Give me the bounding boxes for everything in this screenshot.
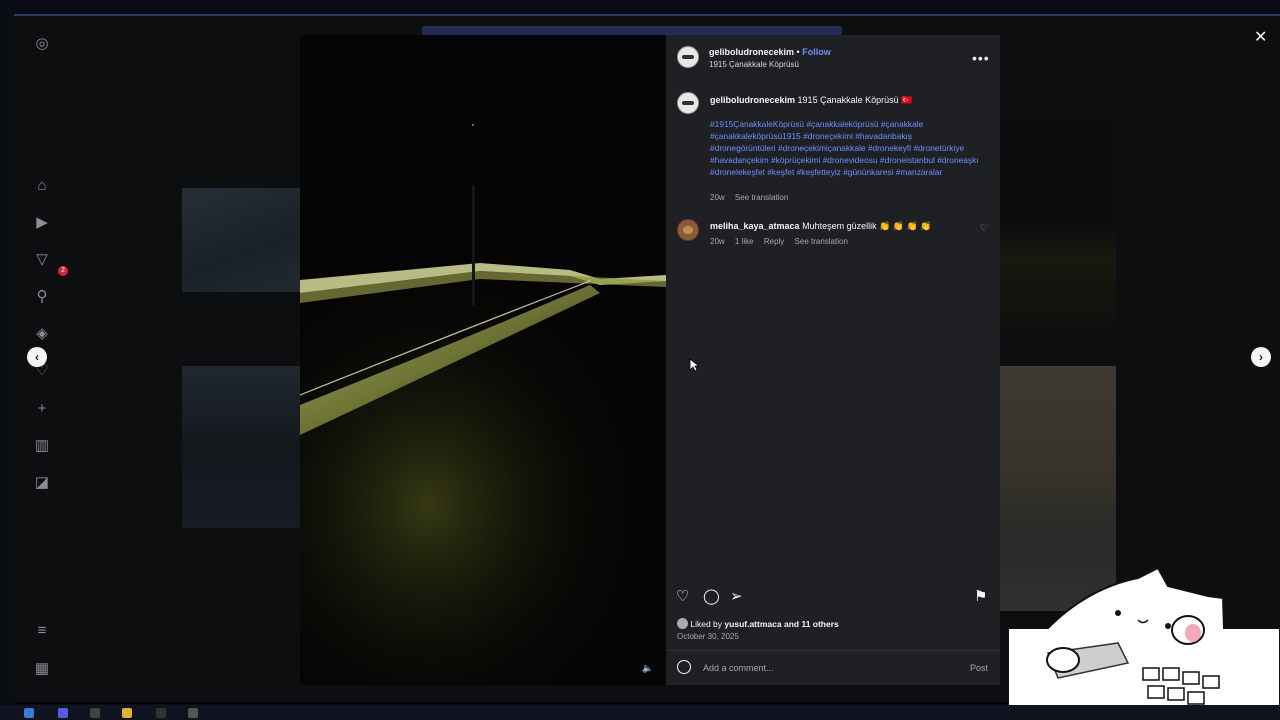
explore-icon[interactable]: ◈ bbox=[34, 326, 50, 342]
post-date: October 30, 2025 bbox=[677, 632, 739, 641]
app-icon[interactable] bbox=[188, 708, 198, 718]
home-icon[interactable]: ⌂ bbox=[34, 178, 50, 194]
post-header: geliboludronecekim • Follow bbox=[709, 47, 831, 57]
start-icon[interactable] bbox=[24, 708, 34, 718]
share-icon[interactable]: ➢ bbox=[730, 588, 743, 606]
messages-icon[interactable]: ▽ bbox=[34, 252, 50, 268]
comment-text: Muhteşem güzellik 👏 👏 👏 👏 bbox=[802, 221, 932, 231]
os-taskbar bbox=[0, 705, 1280, 720]
caption-age: 20w bbox=[710, 193, 725, 202]
comment-meta: 20w 1 like Reply See translation bbox=[710, 237, 856, 246]
search-icon[interactable]: ⚲ bbox=[34, 289, 50, 305]
instagram-logo-icon[interactable]: ◎ bbox=[34, 36, 50, 52]
more-apps-icon[interactable]: ▦ bbox=[34, 661, 50, 677]
liked-by-prefix: Liked by bbox=[690, 619, 723, 629]
comment-likes[interactable]: 1 like bbox=[735, 237, 754, 246]
liked-by-user[interactable]: yusuf.attmaca bbox=[724, 619, 781, 629]
next-post-button[interactable]: › bbox=[1251, 347, 1271, 367]
emoji-picker-icon[interactable] bbox=[677, 660, 691, 674]
caption-see-translation[interactable]: See translation bbox=[735, 193, 788, 202]
post-location[interactable]: 1915 Çanakkale Köprüsü bbox=[709, 60, 799, 69]
follow-button[interactable]: Follow bbox=[802, 47, 831, 57]
caption-hashtags[interactable]: #1915ÇanakkaleKöprüsü #çanakkaleköprüsü … bbox=[710, 118, 980, 178]
profile-icon[interactable]: ◪ bbox=[34, 475, 50, 491]
comment-age: 20w bbox=[710, 237, 725, 246]
mouse-cursor-icon bbox=[689, 358, 699, 372]
more-options-icon[interactable]: ••• bbox=[972, 50, 990, 66]
post-details-panel: geliboludronecekim • Follow 1915 Çanakka… bbox=[666, 35, 1000, 685]
post-caption: geliboludronecekim 1915 Çanakkale Köprüs… bbox=[710, 94, 985, 106]
divider bbox=[666, 650, 1000, 651]
author-avatar[interactable] bbox=[677, 46, 699, 68]
notification-badge: 2 bbox=[58, 266, 68, 276]
comment-like-icon[interactable]: ♡ bbox=[980, 223, 988, 234]
comment-reply-button[interactable]: Reply bbox=[764, 237, 784, 246]
app-icon[interactable] bbox=[156, 708, 166, 718]
caption-text: 1915 Çanakkale Köprüsü 🇹🇷 bbox=[797, 95, 913, 105]
caption-avatar[interactable] bbox=[677, 92, 699, 114]
bridge-night-scene bbox=[300, 35, 666, 685]
author-username[interactable]: geliboludronecekim bbox=[709, 47, 794, 57]
post-actions: ♡ ◯ ➢ ⚑ bbox=[676, 588, 992, 606]
bookmark-icon[interactable]: ⚑ bbox=[974, 588, 987, 606]
liked-by-suffix[interactable]: and 11 others bbox=[784, 619, 839, 629]
commenter-avatar[interactable] bbox=[677, 219, 699, 241]
caption-username[interactable]: geliboludronecekim bbox=[710, 95, 795, 105]
menu-icon[interactable]: ≡ bbox=[34, 623, 50, 639]
mute-toggle-icon[interactable]: 🔈 bbox=[642, 663, 653, 674]
post-video[interactable]: 🔈 bbox=[300, 35, 666, 685]
post-comment-button[interactable]: Post bbox=[970, 663, 988, 673]
commenter-username[interactable]: meliha_kaya_atmaca bbox=[710, 221, 800, 231]
liked-by-avatar-icon bbox=[677, 618, 688, 629]
like-icon[interactable]: ♡ bbox=[676, 588, 689, 606]
app-icon[interactable] bbox=[58, 708, 68, 718]
comment-body: meliha_kaya_atmaca Muhteşem güzellik 👏 👏… bbox=[710, 221, 970, 232]
create-icon[interactable]: + bbox=[34, 401, 50, 417]
folder-icon[interactable] bbox=[122, 708, 132, 718]
comment-input[interactable]: Add a comment... bbox=[703, 663, 774, 673]
previous-post-button[interactable]: ‹ bbox=[27, 347, 47, 367]
liked-by[interactable]: Liked by yusuf.attmaca and 11 others bbox=[677, 618, 839, 629]
bongo-cat-overlay bbox=[1008, 568, 1280, 720]
comment-see-translation[interactable]: See translation bbox=[795, 237, 848, 246]
caption-meta: 20w See translation bbox=[710, 193, 796, 202]
close-icon[interactable]: ✕ bbox=[1254, 27, 1267, 47]
reels-icon[interactable]: ▶ bbox=[34, 215, 50, 231]
comment-icon[interactable]: ◯ bbox=[703, 588, 720, 606]
dashboard-icon[interactable]: ▥ bbox=[34, 438, 50, 454]
app-icon[interactable] bbox=[90, 708, 100, 718]
